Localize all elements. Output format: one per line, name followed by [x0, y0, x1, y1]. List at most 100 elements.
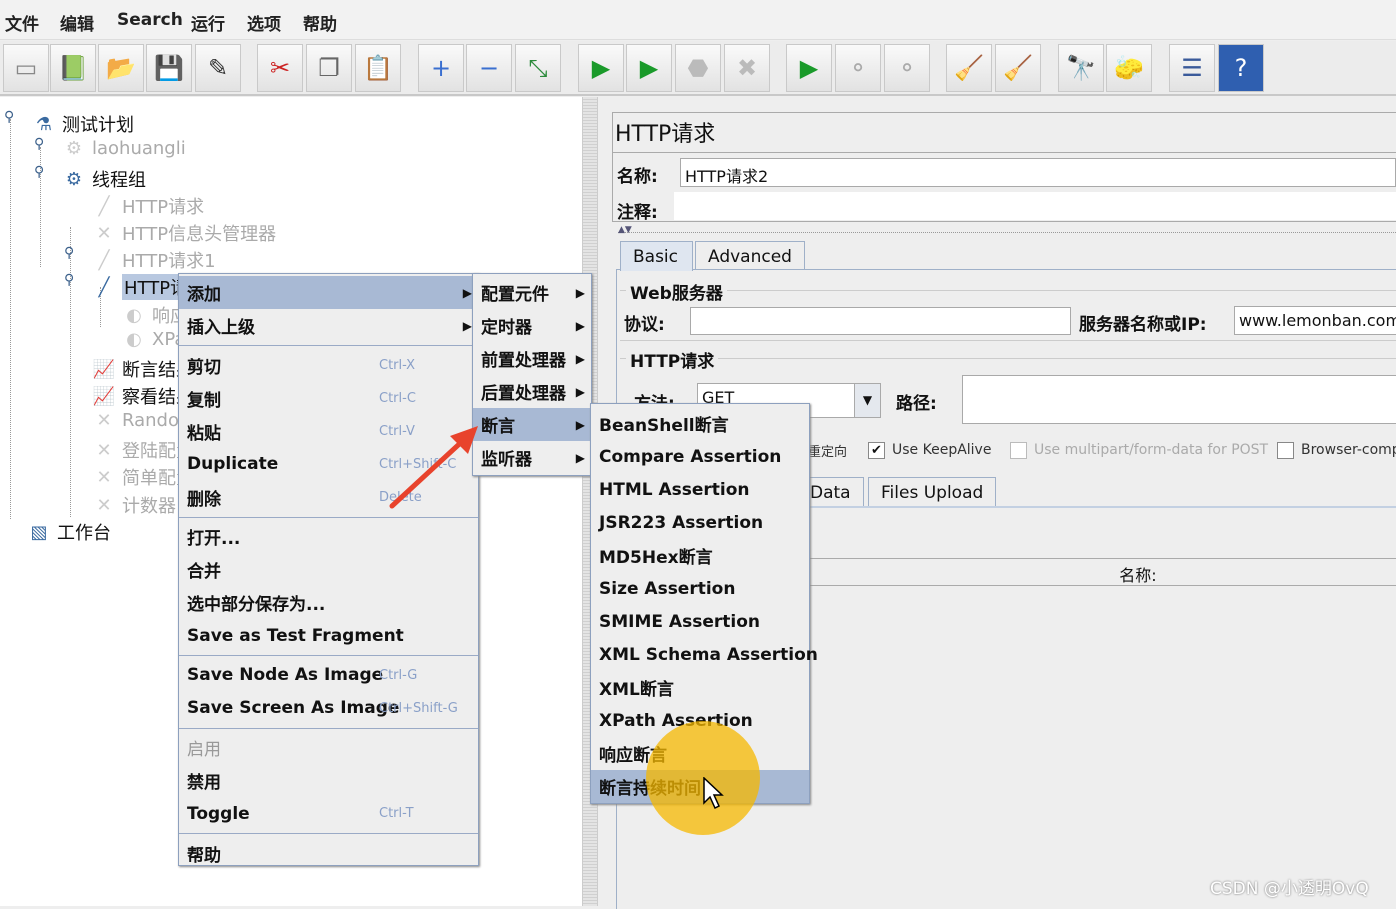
menu-search[interactable]: Search — [117, 10, 183, 30]
save-as-button[interactable]: ✎ — [195, 44, 241, 92]
menu-item[interactable]: 前置处理器 ▶ — [473, 342, 591, 375]
multipart-checkbox[interactable] — [1010, 442, 1027, 459]
menu-item[interactable]: XML断言 — [591, 671, 809, 704]
menu-item[interactable]: 合并 — [179, 553, 478, 586]
cut-icon: ✂ — [269, 54, 291, 82]
sampler-icon: ╱ — [98, 195, 110, 217]
tree-node[interactable]: ⚗ 测试计划 — [32, 111, 134, 137]
menu-file[interactable]: 文件 — [5, 10, 39, 35]
menu-item[interactable]: 后置处理器 ▶ — [473, 375, 591, 408]
menu-item[interactable]: 添加 ▶ — [179, 276, 478, 309]
tree-node[interactable]: ╱ HTTP请求1 — [92, 247, 216, 273]
menu-item[interactable]: 定时器 ▶ — [473, 309, 591, 342]
tree-node[interactable]: ⚙ 线程组 — [62, 166, 146, 192]
tree-node-label: 工作台 — [57, 523, 111, 544]
copy-button[interactable]: ❐ — [306, 44, 352, 92]
menu-item[interactable]: SMIME Assertion — [591, 605, 809, 638]
collapse-button[interactable]: − — [466, 44, 512, 92]
menu-item[interactable]: MD5Hex断言 — [591, 539, 809, 572]
keepalive-checkbox[interactable]: ✔ — [868, 442, 885, 459]
menu-item-label: 后置处理器 — [481, 384, 566, 404]
menu-item[interactable]: 打开... — [179, 520, 478, 553]
templates-button[interactable]: 📗 — [50, 44, 96, 92]
reset-search-button[interactable]: 🧽 — [1106, 44, 1152, 92]
menu-item-label: BeanShell断言 — [599, 416, 729, 436]
menu-help[interactable]: 帮助 — [303, 10, 337, 35]
menu-item[interactable]: 复制 Ctrl-C — [179, 382, 478, 415]
toggle-button[interactable]: ⤡ — [515, 44, 561, 92]
new-button[interactable]: ▭ — [3, 44, 49, 92]
comment-input[interactable] — [674, 192, 1396, 220]
tree-toggle-icon[interactable]: ⚲ — [64, 272, 74, 288]
menu-item[interactable]: 断言 ▶ — [473, 408, 591, 441]
new-icon: ▭ — [14, 54, 38, 82]
menu-separator — [179, 727, 478, 729]
menu-item[interactable]: 启用 — [179, 731, 478, 764]
menu-item[interactable]: Save Node As Image Ctrl-G — [179, 659, 478, 692]
remote-stop-button[interactable]: ⚬ — [835, 44, 881, 92]
menu-item[interactable]: XML Schema Assertion — [591, 638, 818, 671]
menu-item[interactable]: Size Assertion — [591, 572, 809, 605]
menu-item[interactable]: Save as Test Fragment — [179, 619, 478, 652]
menu-run[interactable]: 运行 — [191, 10, 225, 35]
tree-node[interactable]: ⚙ laohuangli — [62, 138, 186, 159]
name-input[interactable]: HTTP请求2 — [680, 158, 1396, 187]
open-button[interactable]: 📂 — [98, 44, 144, 92]
stop-button[interactable]: ⬣ — [675, 44, 721, 92]
server-input[interactable]: www.lemonban.com — [1234, 306, 1396, 335]
menu-edit[interactable]: 编辑 — [60, 10, 94, 35]
collapse-divider[interactable]: ▲▼ — [618, 225, 1396, 235]
browser-compatible-checkbox[interactable] — [1277, 442, 1294, 459]
function-helper-button[interactable]: ☰ — [1169, 44, 1215, 92]
menu-item-label: 删除 — [187, 489, 221, 510]
tree-toggle-icon[interactable]: ⚲ — [34, 164, 44, 180]
menu-item-label: Save Screen As Image — [187, 698, 400, 718]
menu-item[interactable]: 禁用 — [179, 764, 478, 797]
chevron-down-icon[interactable]: ▼ — [854, 384, 880, 417]
shutdown-button[interactable]: ✖ — [724, 44, 770, 92]
menu-item[interactable]: 选中部分保存为... — [179, 586, 478, 619]
menu-item[interactable]: Save Screen As Image Ctrl+Shift-G — [179, 692, 478, 725]
menu-options[interactable]: 选项 — [247, 10, 281, 35]
clear-all-button[interactable]: 🧹 — [995, 44, 1041, 92]
path-input[interactable] — [962, 375, 1396, 424]
search-icon: 🔭 — [1066, 54, 1096, 82]
toolbar: ▭ 📗 📂 💾 ✎ ✂ ❐ 📋 + − ⤡ ▶ ▶ ⬣ ✖ ▶ ⚬ ⚬ 🧹 🧹 🔭 🧽 ☰? — [0, 41, 1396, 96]
menu-item[interactable]: 帮助 — [179, 837, 478, 870]
cut-button[interactable]: ✂ — [257, 44, 303, 92]
save-button[interactable]: 💾 — [146, 44, 192, 92]
paste-button[interactable]: 📋 — [355, 44, 401, 92]
tab-advanced[interactable]: Advanced — [695, 241, 805, 269]
menu-item[interactable]: Compare Assertion — [591, 440, 809, 473]
gear-icon: ⚙ — [65, 138, 83, 159]
start-no-pause-button[interactable]: ▶ — [626, 44, 672, 92]
help-button[interactable]: ? — [1218, 44, 1264, 92]
menu-item[interactable]: HTML Assertion — [591, 473, 809, 506]
tab-files-upload[interactable]: Files Upload — [868, 477, 997, 506]
shutdown-icon: ✖ — [736, 54, 758, 82]
tree-node-label: 计数器 — [122, 496, 176, 517]
tree-node[interactable]: ◐ XPa — [122, 329, 185, 350]
menu-item[interactable]: 插入上级 ▶ — [179, 309, 478, 342]
menu-item[interactable]: Toggle Ctrl-T — [179, 797, 478, 830]
expand-button[interactable]: + — [418, 44, 464, 92]
tree-node[interactable]: ✕ 计数器 — [92, 492, 176, 518]
search-button[interactable]: 🔭 — [1058, 44, 1104, 92]
tree-toggle-icon[interactable]: ⚲ — [34, 136, 44, 152]
menu-item[interactable]: BeanShell断言 — [591, 407, 809, 440]
start-button[interactable]: ▶ — [578, 44, 624, 92]
tree-toggle-icon[interactable]: ⚲ — [4, 109, 14, 125]
tree-node[interactable]: ╱ HTTP请求 — [92, 193, 205, 219]
remote-exit-button[interactable]: ⚬ — [884, 44, 930, 92]
tree-node[interactable]: ✕ HTTP信息头管理器 — [92, 220, 276, 246]
clear-button[interactable]: 🧹 — [946, 44, 992, 92]
tree-node[interactable]: ▧ 工作台 — [27, 519, 111, 545]
menu-item[interactable]: 剪切 Ctrl-X — [179, 349, 478, 382]
tree-toggle-icon[interactable]: ⚲ — [64, 245, 74, 261]
protocol-input[interactable] — [690, 307, 1071, 335]
menu-item[interactable]: 配置元件 ▶ — [473, 276, 591, 309]
remote-start-button[interactable]: ▶ — [786, 44, 832, 92]
tab-basic[interactable]: Basic — [620, 241, 693, 271]
menu-item[interactable]: 监听器 ▶ — [473, 441, 591, 474]
menu-item[interactable]: JSR223 Assertion — [591, 506, 809, 539]
